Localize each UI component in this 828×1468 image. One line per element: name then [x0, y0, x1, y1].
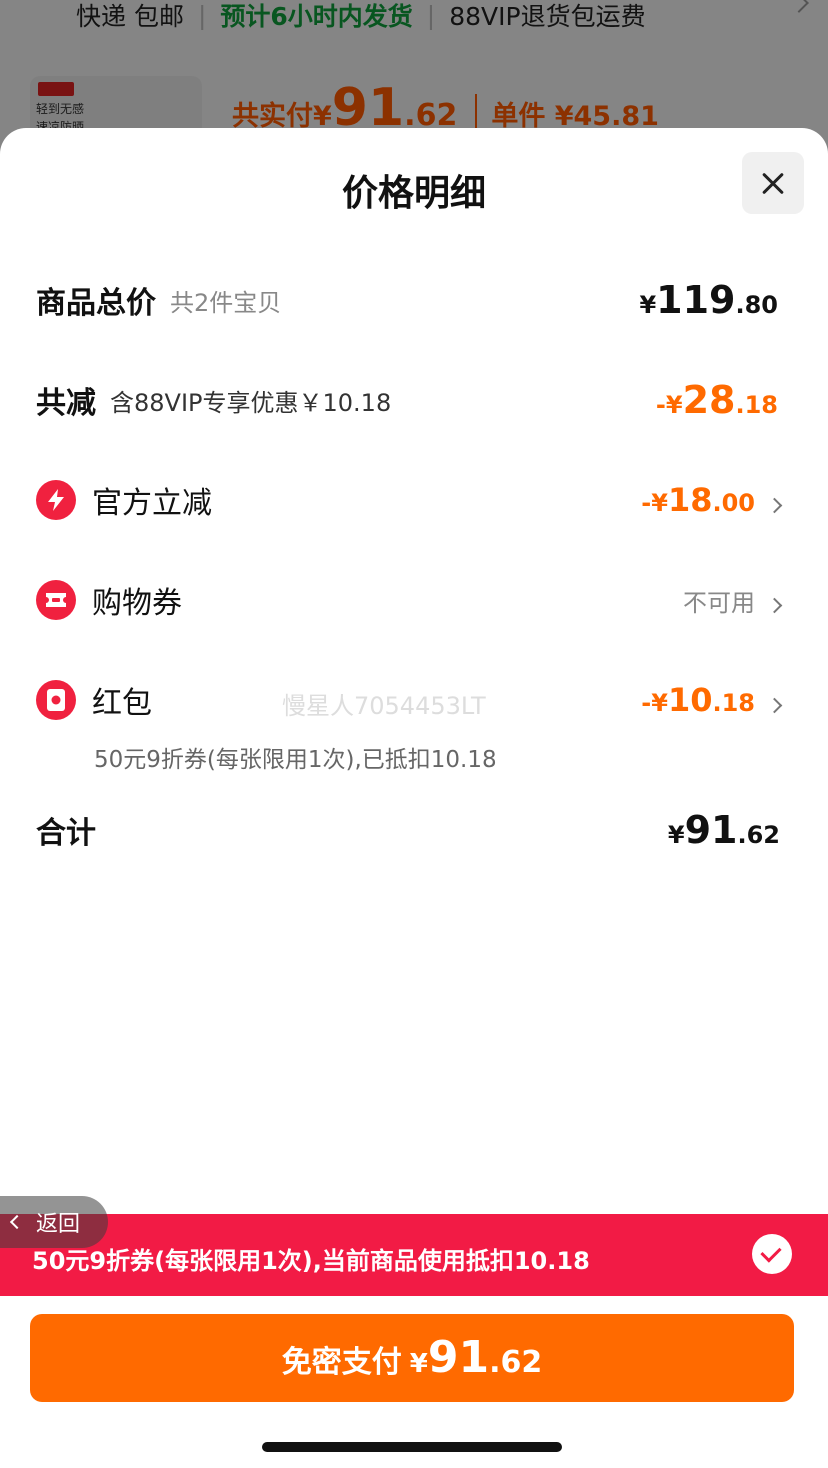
red-packet-amount: -¥ 10 .18 [641, 681, 755, 719]
chevron-right-icon [766, 597, 783, 613]
row-total-discount: 共减 含88VIP专享优惠￥10.18 -¥ 28 .18 [36, 378, 778, 422]
sheet-title: 价格明细 [341, 173, 486, 214]
coupon-status: 不可用 [683, 588, 755, 617]
coupon-banner-text: 50元9折券(每张限用1次),当前商品使用抵扣10.18 [32, 1246, 590, 1275]
checkmark-icon[interactable] [752, 1234, 792, 1274]
watermark: 慢星人7054453LT [282, 692, 486, 720]
close-button[interactable] [742, 152, 804, 214]
total-discount-amount: -¥ 28 .18 [655, 378, 778, 422]
lightning-icon [36, 480, 76, 520]
row-grand-total: 合计 ¥ 91 .62 [36, 808, 780, 852]
chevron-right-icon [766, 697, 783, 714]
coupon-banner[interactable]: 50元9折券(每张限用1次),当前商品使用抵扣10.18 [0, 1214, 828, 1296]
home-indicator[interactable] [262, 1442, 562, 1452]
ticket-icon [36, 580, 76, 620]
pay-button[interactable]: 免密支付 ¥ 91 .62 [30, 1314, 794, 1402]
chevron-right-icon [766, 497, 783, 514]
red-packet-note: 50元9折券(每张限用1次),已抵扣10.18 [94, 747, 497, 773]
price-detail-sheet: 价格明细 商品总价 共2件宝贝 ¥ 119 .80 共减 含88VIP专享优惠￥… [0, 128, 828, 1468]
row-goods-total: 商品总价 共2件宝贝 ¥ 119 .80 [36, 278, 778, 322]
chevron-left-icon [9, 1214, 25, 1230]
back-button[interactable]: 返回 [0, 1196, 108, 1248]
goods-total-amount: ¥ 119 .80 [639, 278, 778, 322]
official-discount-amount: -¥ 18 .00 [641, 481, 755, 519]
row-official-discount[interactable]: 官方立减 -¥ 18 .00 [36, 478, 783, 522]
row-shopping-coupon[interactable]: 购物券 不可用 [36, 578, 783, 622]
grand-total-amount: ¥ 91 .62 [667, 808, 780, 852]
red-packet-icon [36, 680, 76, 720]
